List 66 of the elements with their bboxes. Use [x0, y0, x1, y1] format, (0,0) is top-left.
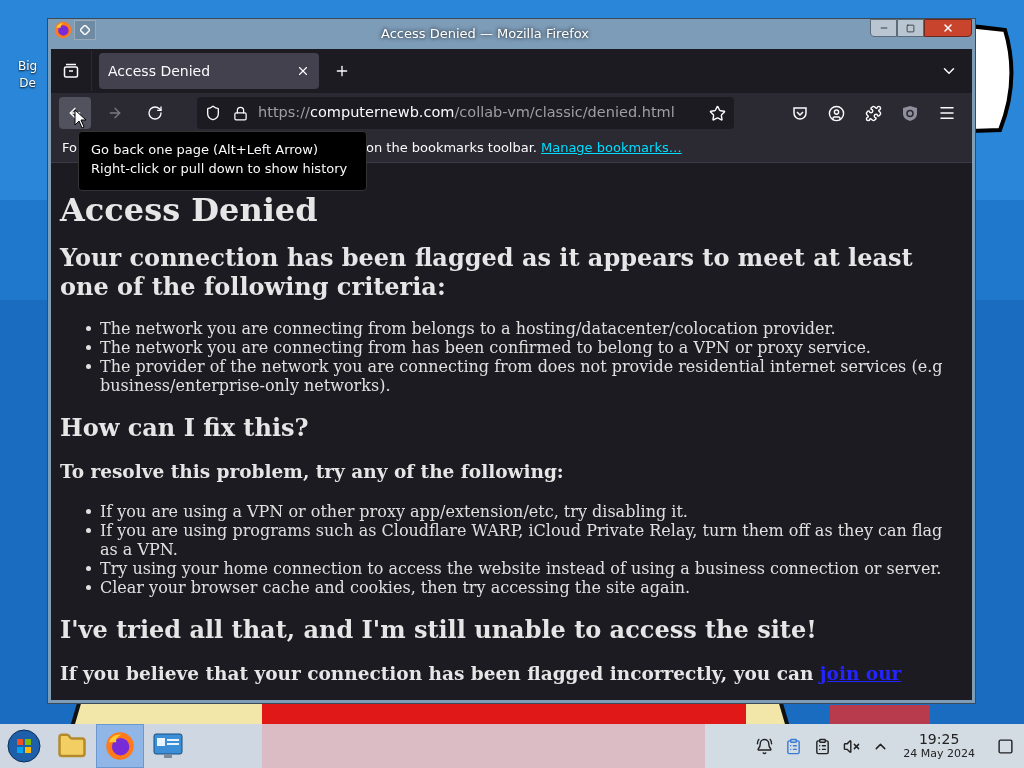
close-button[interactable]	[924, 19, 972, 37]
list-item: If you are using programs such as Cloudflare WARP, iCloud Private Relay, turn them off as they can flag as a VPN.	[100, 521, 944, 559]
bullet-icon	[86, 528, 91, 533]
taskbar-app[interactable]	[96, 724, 144, 768]
clock[interactable]: 19:25 24 May 2024	[903, 731, 975, 761]
firefox-icon	[54, 21, 72, 39]
subheading: To resolve this problem, try any of the following:	[60, 460, 565, 484]
section-heading: How can I fix this?	[60, 413, 310, 442]
subheading: If you believe that your connection has been flagged incorrectly, you can join our	[60, 662, 903, 686]
bullet-icon	[86, 345, 91, 350]
page-heading: Access Denied	[60, 191, 319, 229]
muted-speaker-icon[interactable]	[843, 737, 861, 755]
bookmark-star-icon[interactable]	[709, 104, 726, 122]
bullet-icon	[86, 566, 91, 571]
notification-bell-icon[interactable]	[756, 737, 774, 755]
bullet-icon	[86, 585, 91, 590]
notes-icon[interactable]	[814, 737, 832, 755]
section-heading: Your connection has been flagged as it appears to meet at least one of the following criteria:	[60, 243, 914, 301]
firefox-view-icon	[63, 63, 79, 79]
account-icon[interactable]	[828, 104, 845, 122]
firefox-icon	[105, 731, 135, 761]
new-tab-icon[interactable]	[334, 63, 350, 79]
close-icon	[942, 22, 954, 34]
extensions-icon[interactable]	[865, 104, 882, 122]
address-bar[interactable]: https://computernewb.com/collab-vm/classic/denied.html	[197, 97, 734, 129]
forward-icon	[107, 105, 123, 121]
tooltip-line: Right-click or pull down to show history	[91, 160, 349, 178]
bookmarks-hint: on the bookmarks toolbar.	[365, 138, 537, 157]
mouse-pointer-icon	[74, 109, 88, 129]
list-item: If you are using a VPN or other proxy app/extension/etc, try disabling it.	[100, 502, 688, 521]
window-menu-button[interactable]	[74, 20, 96, 40]
menu-icon[interactable]	[938, 104, 956, 122]
bullet-icon	[86, 326, 91, 331]
list-item: The provider of the network you are connecting from does not provide residential internet services (e.g business/enterprise-only networks).	[100, 357, 944, 395]
section-heading: I've tried all that, and I'm still unable to access the site!	[60, 615, 818, 644]
list-item: Try using your home connection to access the website instead of using a business connection or server.	[100, 559, 942, 578]
shield-icon[interactable]	[205, 105, 221, 121]
window-title: Access Denied — Mozilla Firefox	[381, 25, 589, 44]
clipboard-icon[interactable]	[785, 737, 803, 755]
bullet-icon	[86, 364, 91, 369]
clock-date: 24 May 2024	[903, 747, 975, 761]
bookmarks-hint: Fo	[62, 138, 77, 157]
list-item: The network you are connecting from has been confirmed to belong to a VPN or proxy service.	[100, 338, 871, 357]
desktop-icon-label[interactable]: De	[19, 75, 36, 92]
tab-title: Access Denied	[108, 61, 212, 81]
manage-bookmarks-link[interactable]: Manage bookmarks…	[541, 137, 682, 158]
browser-tab[interactable]: Access Denied	[99, 53, 319, 89]
reload-icon	[147, 105, 163, 121]
minimize-button[interactable]	[870, 19, 897, 37]
desktop-icon-label[interactable]: Big	[18, 58, 38, 75]
monitor-icon	[152, 732, 184, 760]
close-tab-icon[interactable]	[296, 64, 310, 78]
clock-time: 19:25	[918, 731, 960, 747]
url-text: https://computernewb.com/collab-vm/classic/denied.html	[258, 103, 675, 123]
maximize-button[interactable]	[897, 19, 924, 37]
start-orb-icon	[7, 729, 41, 763]
lock-icon[interactable]	[233, 105, 248, 121]
pocket-icon[interactable]	[792, 105, 808, 121]
maximize-icon	[906, 23, 915, 33]
tooltip-line: Go back one page (Alt+Left Arrow)	[91, 141, 319, 159]
bullet-icon	[86, 509, 91, 514]
shield-extension-icon[interactable]	[902, 104, 918, 122]
show-desktop-icon[interactable]	[997, 737, 1014, 755]
diamond-icon	[80, 25, 90, 35]
list-item: The network you are connecting from belongs to a hosting/datacenter/colocation provider.	[100, 319, 836, 338]
list-item: Clear your browser cache and cookies, then try accessing the site again.	[100, 578, 691, 597]
